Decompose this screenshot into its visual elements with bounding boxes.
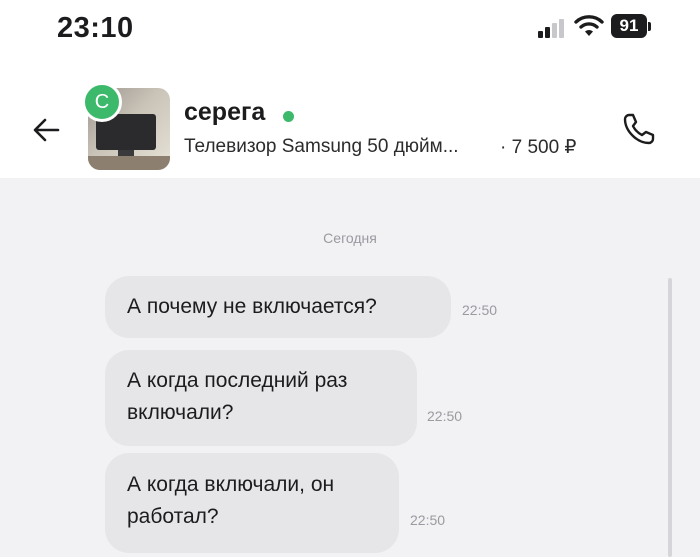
wifi-icon (574, 15, 604, 36)
listing-title[interactable]: Телевизор Samsung 50 дюйм... (184, 136, 459, 158)
message-text-line: А когда последний раз (127, 369, 348, 392)
contact-name[interactable]: серега (184, 98, 265, 127)
chat-area[interactable]: Сегодня А почему не включается? 22:50 А … (0, 178, 700, 557)
message-text-line: включали? (127, 401, 234, 424)
status-bar: 23:10 91 (0, 0, 700, 56)
scrollbar[interactable] (668, 278, 672, 557)
message-time: 22:50 (410, 512, 446, 528)
phone-icon[interactable] (620, 110, 658, 148)
message-text-line: работал? (127, 505, 219, 528)
message-bubble[interactable]: А когда последний раз включали? (105, 350, 417, 446)
message-text-line: А когда включали, он (127, 473, 335, 496)
back-arrow-icon[interactable] (28, 112, 64, 148)
message-bubble[interactable]: А когда включали, он работал? (105, 453, 399, 553)
message-time: 22:50 (462, 302, 498, 318)
message-time: 22:50 (427, 408, 463, 424)
chat-header: С серега Телевизор Samsung 50 дюйм... · … (0, 70, 700, 178)
status-time: 23:10 (57, 12, 134, 44)
online-status-dot (283, 111, 294, 122)
signal-icon (538, 18, 564, 38)
date-separator: Сегодня (323, 230, 377, 246)
listing-price: · 7 500 ₽ (500, 137, 577, 158)
battery-cap (648, 22, 651, 31)
message-bubble[interactable]: А почему не включается? (105, 276, 451, 338)
avatar[interactable]: С (82, 82, 122, 122)
message-text-line: А почему не включается? (127, 295, 377, 318)
battery-icon: 91 (611, 14, 647, 38)
thumbnail-floor (88, 156, 170, 170)
